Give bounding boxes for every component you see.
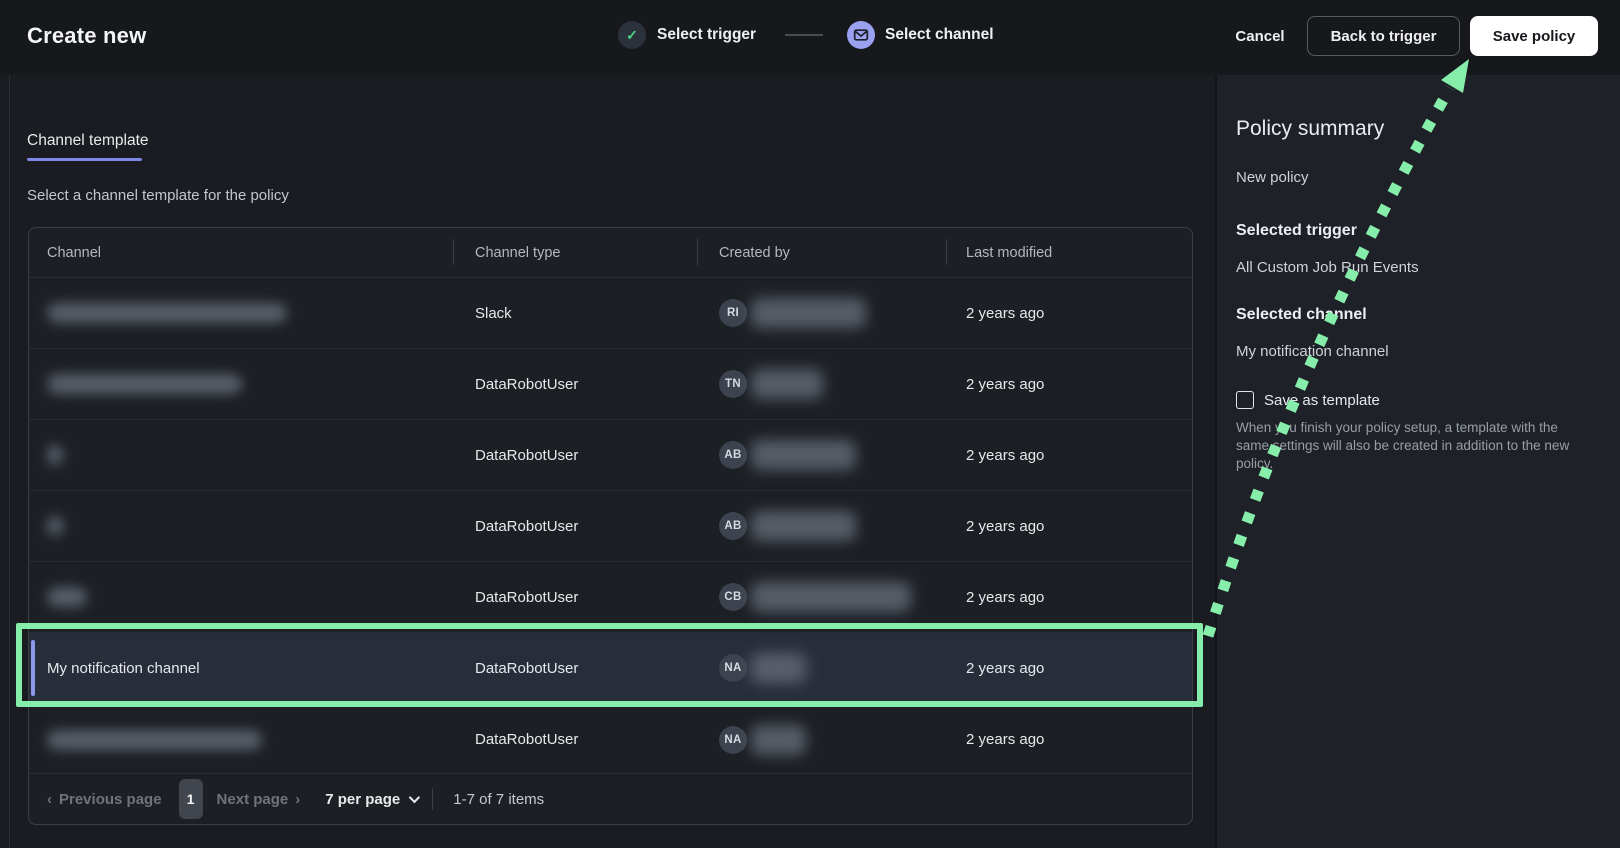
table-body: Slack RI 2 years ago DataRobotUser TN 2 … (29, 278, 1192, 775)
redacted-channel-name (47, 303, 287, 323)
redacted-creator-name (751, 298, 866, 328)
last-modified: 2 years ago (966, 589, 1044, 606)
tab-channel-template[interactable]: Channel template (27, 132, 149, 150)
channel-name: My notification channel (47, 660, 200, 677)
back-to-trigger-button[interactable]: Back to trigger (1307, 16, 1460, 56)
last-modified: 2 years ago (966, 447, 1044, 464)
channel-type: DataRobotUser (475, 731, 578, 748)
avatar: TN (719, 370, 747, 398)
table-subtitle: Select a channel template for the policy (27, 187, 289, 204)
step-connector (785, 34, 823, 36)
policy-summary-panel: Policy summary New policy Selected trigg… (1215, 75, 1620, 848)
redacted-channel-name (47, 516, 63, 536)
selected-channel-value: My notification channel (1236, 343, 1389, 360)
chevron-right-icon: › (295, 791, 300, 808)
column-header-created-by: Created by (697, 245, 946, 261)
redacted-channel-name (47, 374, 242, 394)
selected-trigger-value: All Custom Job Run Events (1236, 259, 1419, 276)
save-as-template-checkbox[interactable] (1236, 391, 1254, 409)
channel-type: DataRobotUser (475, 376, 578, 393)
save-as-template-description: When you finish your policy setup, a tem… (1236, 419, 1576, 473)
panel-left-edge (9, 75, 10, 848)
table-row[interactable]: My notification channel DataRobotUser NA… (29, 633, 1192, 704)
step-channel-label: Select channel (885, 26, 994, 44)
avatar: NA (719, 654, 747, 682)
last-modified: 2 years ago (966, 660, 1044, 677)
redacted-creator-name (751, 440, 856, 470)
avatar: AB (719, 441, 747, 469)
column-divider (946, 239, 947, 265)
step-trigger-indicator: ✓ (618, 21, 646, 49)
envelope-icon (853, 27, 869, 43)
table-row[interactable]: Slack RI 2 years ago (29, 278, 1192, 349)
last-modified: 2 years ago (966, 305, 1044, 322)
page-title: Create new (27, 23, 146, 49)
save-as-template-row[interactable]: Save as template (1236, 391, 1380, 409)
column-header-last-modified: Last modified (946, 245, 1194, 261)
check-icon: ✓ (626, 27, 638, 44)
redacted-channel-name (47, 730, 262, 750)
column-header-channel-type: Channel type (453, 245, 697, 261)
table-row[interactable]: DataRobotUser NA 2 years ago (29, 704, 1192, 775)
redacted-channel-name (47, 445, 63, 465)
pagination-divider (432, 788, 433, 810)
cancel-button[interactable]: Cancel (1216, 16, 1304, 56)
save-as-template-label: Save as template (1264, 392, 1380, 409)
channel-table: Channel Channel type Created by Last mod… (28, 227, 1193, 825)
policy-name: New policy (1236, 169, 1309, 186)
previous-page-button[interactable]: ‹ Previous page (47, 791, 162, 808)
channel-type: DataRobotUser (475, 660, 578, 677)
table-row[interactable]: DataRobotUser TN 2 years ago (29, 349, 1192, 420)
table-row[interactable]: DataRobotUser AB 2 years ago (29, 420, 1192, 491)
column-divider (697, 239, 698, 265)
pagination-bar: ‹ Previous page 1 Next page › 7 per page… (29, 773, 1192, 824)
redacted-creator-name (751, 725, 806, 755)
redacted-creator-name (751, 369, 823, 399)
per-page-dropdown[interactable]: 7 per page (325, 791, 417, 808)
items-range-label: 1-7 of 7 items (453, 791, 544, 808)
redacted-channel-name (47, 587, 87, 607)
next-page-button[interactable]: Next page › (217, 791, 301, 808)
redacted-creator-name (751, 653, 806, 683)
previous-page-label: Previous page (59, 791, 162, 808)
table-row[interactable]: DataRobotUser AB 2 years ago (29, 491, 1192, 562)
avatar: AB (719, 512, 747, 540)
channel-type: DataRobotUser (475, 518, 578, 535)
last-modified: 2 years ago (966, 376, 1044, 393)
header-bar: Create new ✓ Select trigger Select chann… (0, 0, 1620, 75)
chevron-down-icon (409, 792, 420, 803)
step-trigger-label: Select trigger (657, 26, 756, 44)
redacted-creator-name (751, 582, 911, 612)
page-number-button[interactable]: 1 (179, 779, 203, 819)
per-page-label: 7 per page (325, 791, 400, 808)
channel-type: DataRobotUser (475, 589, 578, 606)
table-row[interactable]: DataRobotUser CB 2 years ago (29, 562, 1192, 633)
step-channel-indicator (847, 21, 875, 49)
selected-channel-heading: Selected channel (1236, 306, 1367, 324)
next-page-label: Next page (217, 791, 289, 808)
column-divider (453, 239, 454, 265)
avatar: CB (719, 583, 747, 611)
last-modified: 2 years ago (966, 518, 1044, 535)
last-modified: 2 years ago (966, 731, 1044, 748)
save-policy-button[interactable]: Save policy (1470, 16, 1598, 56)
policy-summary-title: Policy summary (1236, 117, 1384, 141)
redacted-creator-name (751, 511, 856, 541)
channel-type: DataRobotUser (475, 447, 578, 464)
avatar: RI (719, 299, 747, 327)
column-header-channel: Channel (29, 245, 453, 261)
channel-type: Slack (475, 305, 512, 322)
selected-trigger-heading: Selected trigger (1236, 222, 1357, 240)
chevron-left-icon: ‹ (47, 791, 52, 808)
avatar: NA (719, 726, 747, 754)
tab-active-underline (27, 158, 142, 161)
table-header-row: Channel Channel type Created by Last mod… (29, 228, 1192, 278)
